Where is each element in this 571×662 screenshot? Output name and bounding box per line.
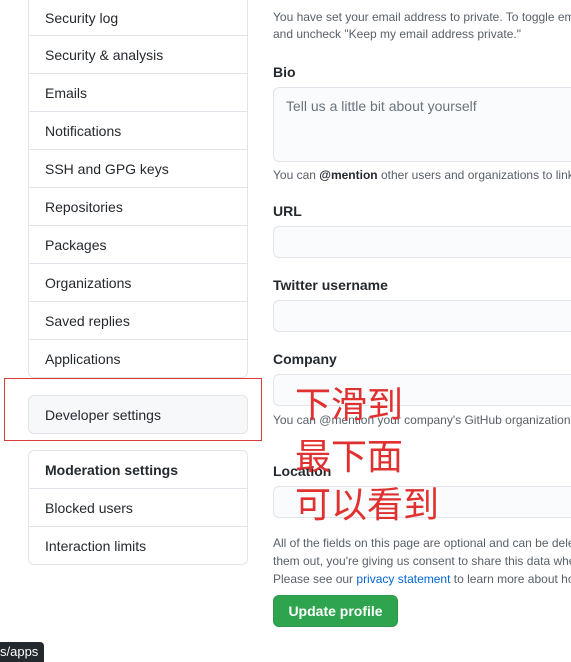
bio-hint-pre: You can bbox=[273, 168, 320, 182]
annotation-text-line3: 可以看到 bbox=[295, 485, 440, 526]
link-status-bar: s/apps bbox=[0, 642, 45, 662]
annotation-highlight-box bbox=[4, 378, 262, 441]
bio-label: Bio bbox=[273, 64, 296, 80]
settings-sidebar: Security log Security & analysis Emails … bbox=[28, 0, 248, 378]
privacy-statement-link[interactable]: privacy statement bbox=[356, 572, 450, 586]
twitter-username-input[interactable] bbox=[273, 300, 571, 332]
update-profile-button[interactable]: Update profile bbox=[273, 595, 398, 627]
sidebar-item-applications[interactable]: Applications bbox=[29, 340, 247, 378]
sidebar-item-packages[interactable]: Packages bbox=[29, 226, 247, 264]
sidebar-item-saved-replies[interactable]: Saved replies bbox=[29, 302, 247, 340]
url-input[interactable] bbox=[273, 226, 571, 258]
url-label: URL bbox=[273, 203, 302, 219]
optional-fields-note-line1: All of the fields on this page are optio… bbox=[273, 536, 571, 550]
sidebar-item-emails[interactable]: Emails bbox=[29, 74, 247, 112]
bio-placeholder: Tell us a little bit about yourself bbox=[286, 98, 477, 114]
annotation-text-line2: 最下面 bbox=[295, 437, 404, 478]
sidebar-item-organizations[interactable]: Organizations bbox=[29, 264, 247, 302]
sidebar-item-blocked-users[interactable]: Blocked users bbox=[29, 489, 247, 527]
twitter-username-label: Twitter username bbox=[273, 277, 388, 293]
moderation-settings-heading: Moderation settings bbox=[29, 451, 247, 489]
email-privacy-note-line1: You have set your email address to priva… bbox=[273, 10, 571, 24]
privacy-note-pre: Please see our bbox=[273, 572, 357, 586]
bio-hint-post: other users and organizations to link bbox=[377, 168, 571, 182]
company-label: Company bbox=[273, 351, 337, 367]
mention-keyword: @mention bbox=[319, 168, 378, 182]
email-privacy-note-line2: and uncheck "Keep my email address priva… bbox=[273, 27, 521, 41]
bio-hint: You can @mention other users and organiz… bbox=[273, 168, 571, 182]
annotation-text-line1: 下滑到 bbox=[295, 385, 404, 426]
sidebar-item-notifications[interactable]: Notifications bbox=[29, 112, 247, 150]
sidebar-item-security-analysis[interactable]: Security & analysis bbox=[29, 36, 247, 74]
bio-textarea[interactable]: Tell us a little bit about yourself bbox=[273, 87, 571, 162]
optional-fields-note-line3: Please see our privacy statement to lear… bbox=[273, 572, 571, 586]
sidebar-item-interaction-limits[interactable]: Interaction limits bbox=[29, 527, 247, 565]
sidebar-item-security-log[interactable]: Security log bbox=[29, 0, 247, 36]
sidebar-item-repositories[interactable]: Repositories bbox=[29, 188, 247, 226]
sidebar-item-ssh-gpg-keys[interactable]: SSH and GPG keys bbox=[29, 150, 247, 188]
moderation-settings-box: Moderation settings Blocked users Intera… bbox=[28, 450, 248, 565]
privacy-note-post: to learn more about ho bbox=[450, 572, 571, 586]
optional-fields-note-line2: them out, you're giving us consent to sh… bbox=[273, 554, 571, 568]
